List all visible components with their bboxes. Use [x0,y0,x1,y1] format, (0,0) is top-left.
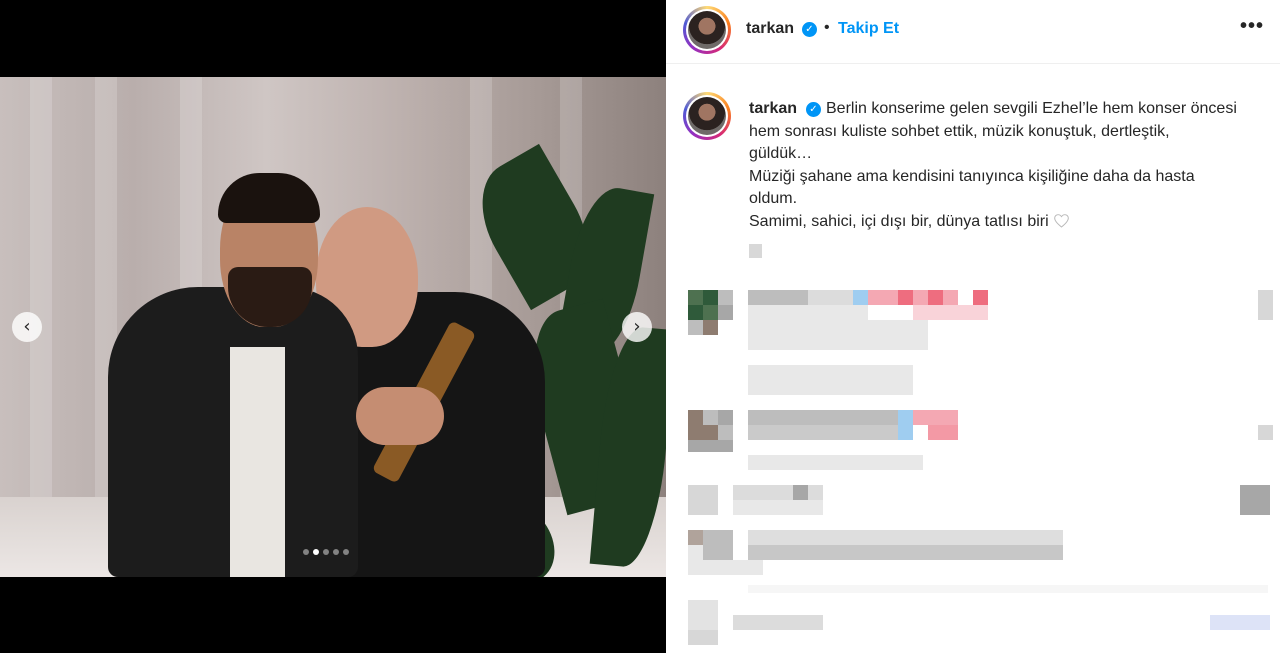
carousel-dot [333,549,339,555]
person-left-shirt [230,347,285,577]
author-avatar[interactable] [683,6,731,54]
post-header: tarkan ✓ • Takip Et ••• [666,0,1280,64]
caption-line: hem sonrası kuliste sohbet ettik, müzik … [749,122,1170,140]
chevron-left-icon: ‹ [23,316,31,337]
carousel-dot [323,549,329,555]
hand [356,387,444,445]
post-photo[interactable] [0,77,666,577]
verified-badge-icon: ✓ [802,22,817,37]
carousel-next-button[interactable]: › [622,312,652,342]
person-left-hair [218,173,320,223]
caption-line: Müziği şahane ama kendisini tanıyınca ki… [749,167,1195,185]
carousel-dot-active [313,549,319,555]
avatar-image [688,11,726,49]
carousel-dot [343,549,349,555]
chevron-right-icon: › [633,316,641,337]
author-username[interactable]: tarkan [746,20,794,38]
carousel-dot [303,549,309,555]
carousel-indicator [303,549,349,555]
follow-button[interactable]: Takip Et [838,20,899,38]
white-heart-icon [1053,213,1069,228]
avatar-image [688,97,726,135]
more-options-icon[interactable]: ••• [1240,15,1264,38]
caption-line: Samimi, sahici, içi dışı bir, dünya tatl… [749,212,1049,230]
caption-line: oldum. [749,190,798,207]
carousel-prev-button[interactable]: ‹ [12,312,42,342]
post-caption: Berlin konserime gelen sevgili Ezhel’le … [749,98,1269,233]
caption-emoji [749,244,762,258]
post-media: ‹ › [0,0,666,653]
header-separator: • [824,19,830,36]
caption-line: güldük… [749,145,813,162]
caption-line: Berlin konserime gelen sevgili Ezhel’le … [826,100,1237,117]
caption-author-avatar[interactable] [683,92,731,140]
post-side-panel: tarkan ✓ • Takip Et ••• tarkan ✓ Berlin … [666,0,1280,653]
